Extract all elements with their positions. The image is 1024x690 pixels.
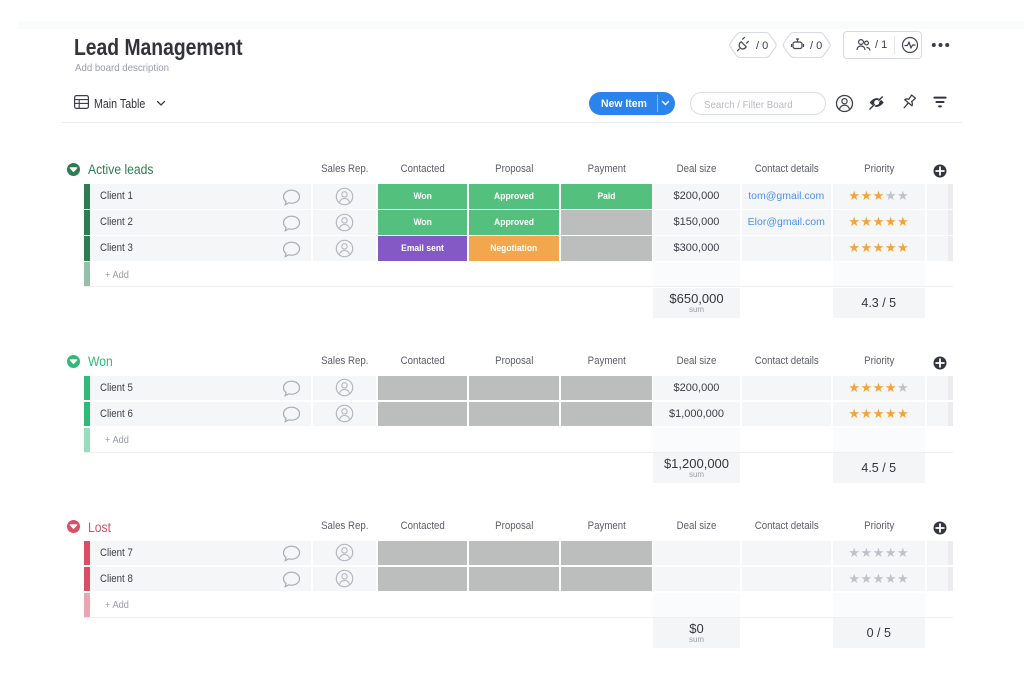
svg-text:/ 0: / 0 xyxy=(756,40,768,52)
svg-text:/ 0: / 0 xyxy=(810,40,822,52)
